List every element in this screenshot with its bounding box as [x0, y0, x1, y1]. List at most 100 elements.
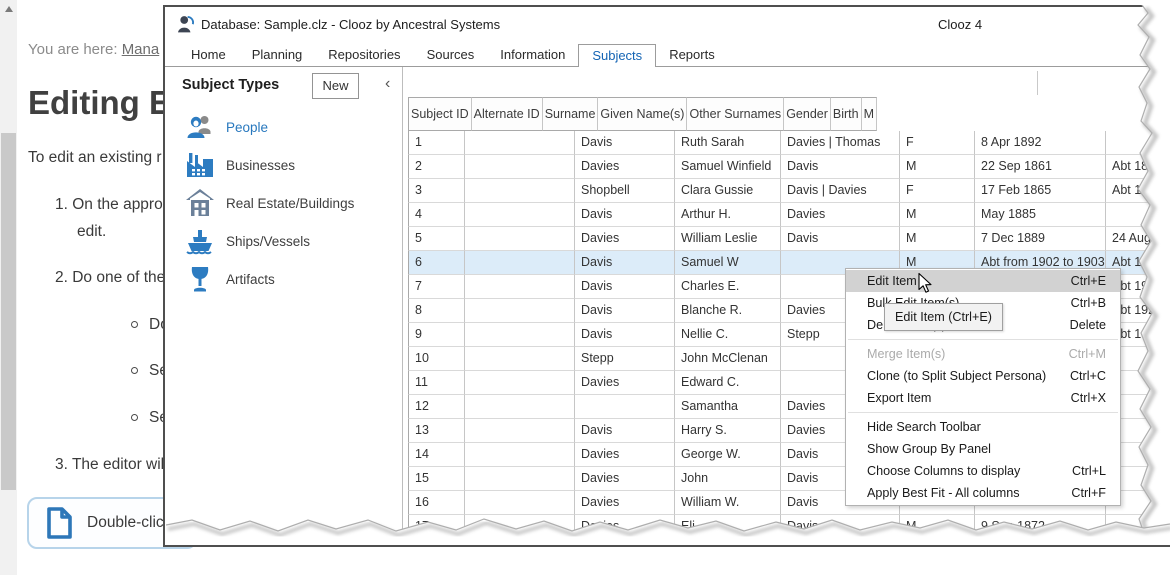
- page-scrollbar[interactable]: [0, 0, 17, 575]
- table-row[interactable]: 5 Davies William Leslie Davis M 7 Dec 18…: [408, 227, 1170, 251]
- menu-item-label: Apply Best Fit - All columns: [846, 482, 1071, 504]
- tab-label: Sources: [427, 47, 475, 62]
- subject-type-label: Businesses: [226, 158, 295, 173]
- ribbon-tab[interactable]: Repositories: [315, 44, 413, 66]
- cell-subject-id: 12: [408, 395, 465, 419]
- column-header[interactable]: M: [862, 97, 877, 131]
- cell-given-names: Eli: [675, 515, 781, 539]
- column-header[interactable]: Gender: [784, 97, 831, 131]
- cell-birth: 17 Feb 1865: [975, 179, 1106, 203]
- cell-surname: Davies: [575, 227, 675, 251]
- callout-label: Double-clic: [87, 514, 164, 532]
- cell-alternate-id: [465, 227, 575, 251]
- breadcrumb-prefix: You are here:: [28, 41, 122, 58]
- column-header[interactable]: Other Surnames: [687, 97, 784, 131]
- scrollbar-up-icon[interactable]: [0, 0, 17, 17]
- toolbar-separator: [1037, 71, 1038, 95]
- cell-given-names: Harry S.: [675, 419, 781, 443]
- ribbon-tab[interactable]: Sources: [414, 44, 488, 66]
- cell-given-names: Charles E.: [675, 275, 781, 299]
- context-menu-item[interactable]: [846, 336, 1120, 343]
- help-step-1-cont: edit.: [77, 223, 106, 241]
- context-menu-item[interactable]: Export Item Ctrl+X: [846, 387, 1120, 409]
- menu-item-shortcut: Ctrl+F: [1071, 482, 1120, 504]
- cell-given-names: George W.: [675, 443, 781, 467]
- menu-item-label: Show Group By Panel: [846, 438, 1106, 460]
- context-menu-item[interactable]: Choose Columns to display Ctrl+L: [846, 460, 1120, 482]
- cell-alternate-id: [465, 251, 575, 275]
- context-menu-item[interactable]: Hide Search Toolbar: [846, 416, 1120, 438]
- cell-subject-id: 5: [408, 227, 465, 251]
- column-header[interactable]: Birth: [831, 97, 862, 131]
- cell-surname: Davies: [575, 371, 675, 395]
- cell-surname: Davies: [575, 491, 675, 515]
- context-menu-item[interactable]: Clone (to Split Subject Persona) Ctrl+C: [846, 365, 1120, 387]
- cell-subject-id: 9: [408, 323, 465, 347]
- table-row[interactable]: 17 Davies Eli Davis M 9 Sep 1872: [408, 515, 1170, 539]
- subject-type-item[interactable]: Businesses: [184, 146, 394, 184]
- context-menu-item[interactable]: Edit Item Ctrl+E: [846, 270, 1120, 292]
- table-row[interactable]: 4 Davis Arthur H. Davies M May 1885: [408, 203, 1170, 227]
- cell-alternate-id: [465, 395, 575, 419]
- column-header[interactable]: Given Name(s): [598, 97, 687, 131]
- bullet-icon: [131, 321, 138, 328]
- cell-alternate-id: [465, 299, 575, 323]
- subject-type-item[interactable]: Real Estate/Buildings: [184, 184, 394, 222]
- table-row[interactable]: 2 Davies Samuel Winfield Davis M 22 Sep …: [408, 155, 1170, 179]
- subject-type-item[interactable]: Artifacts: [184, 260, 394, 298]
- context-menu-item[interactable]: [846, 409, 1120, 416]
- document-icon: [46, 507, 73, 539]
- help-step-1: 1. On the approp: [55, 196, 171, 214]
- cell-marriage: [1106, 203, 1170, 227]
- subject-type-item[interactable]: Ships/Vessels: [184, 222, 394, 260]
- collapse-panel-icon[interactable]: ‹: [385, 75, 390, 93]
- cell-surname: Davies: [575, 515, 675, 539]
- cell-alternate-id: [465, 155, 575, 179]
- menu-item-label: Merge Item(s): [846, 343, 1069, 365]
- breadcrumb-link[interactable]: Mana: [122, 41, 160, 58]
- subject-types-header: Subject Types: [182, 77, 279, 93]
- help-intro: To edit an existing r: [28, 149, 162, 167]
- cell-surname: Davies: [575, 155, 675, 179]
- subject-type-label: Ships/Vessels: [226, 234, 310, 249]
- cell-surname: Davis: [575, 323, 675, 347]
- cell-subject-id: 13: [408, 419, 465, 443]
- subject-type-item[interactable]: People: [184, 108, 394, 146]
- cell-surname: Davies: [575, 467, 675, 491]
- ribbon-tab[interactable]: Subjects: [578, 44, 656, 67]
- cell-given-names: Samantha: [675, 395, 781, 419]
- column-header[interactable]: Subject ID: [408, 97, 472, 131]
- table-row[interactable]: 1 Davis Ruth Sarah Davies | Thomas F 8 A…: [408, 131, 1170, 155]
- cell-surname: [575, 395, 675, 419]
- tab-label: Reports: [669, 47, 715, 62]
- column-header[interactable]: Alternate ID: [472, 97, 543, 131]
- ribbon-tab[interactable]: Reports: [656, 44, 728, 66]
- breadcrumb: You are here: Mana: [28, 41, 159, 58]
- table-row[interactable]: 3 Shopbell Clara Gussie Davis | Davies F…: [408, 179, 1170, 203]
- ribbon-tabs: HomePlanningRepositories Sources Informati…: [178, 44, 728, 67]
- cell-alternate-id: [465, 275, 575, 299]
- cell-alternate-id: [465, 179, 575, 203]
- ribbon-tab[interactable]: Information: [487, 44, 578, 66]
- cell-surname: Davis: [575, 131, 675, 155]
- subject-type-label: People: [226, 120, 268, 135]
- scrollbar-thumb[interactable]: [1, 133, 16, 490]
- tab-label: Information: [500, 47, 565, 62]
- building-icon: [184, 187, 216, 219]
- ribbon-tab[interactable]: Planning: [239, 44, 316, 66]
- cell-gender: F: [900, 179, 975, 203]
- cell-birth: 8 Apr 1892: [975, 131, 1106, 155]
- new-subject-button[interactable]: New: [312, 73, 359, 99]
- context-menu-item[interactable]: Merge Item(s) Ctrl+M: [846, 343, 1120, 365]
- cell-marriage: Abt 1884: [1106, 155, 1170, 179]
- column-header[interactable]: Surname: [543, 97, 599, 131]
- ribbon-tab[interactable]: Home: [178, 44, 239, 66]
- cell-given-names: William W.: [675, 491, 781, 515]
- cell-subject-id: 16: [408, 491, 465, 515]
- cell-birth: 22 Sep 1861: [975, 155, 1106, 179]
- context-menu-item[interactable]: Apply Best Fit - All columns Ctrl+F: [846, 482, 1120, 504]
- cell-other-surnames: Davis: [781, 227, 900, 251]
- menu-item-shortcut: Ctrl+X: [1071, 387, 1120, 409]
- subject-type-label: Artifacts: [226, 272, 275, 287]
- context-menu-item[interactable]: Show Group By Panel: [846, 438, 1120, 460]
